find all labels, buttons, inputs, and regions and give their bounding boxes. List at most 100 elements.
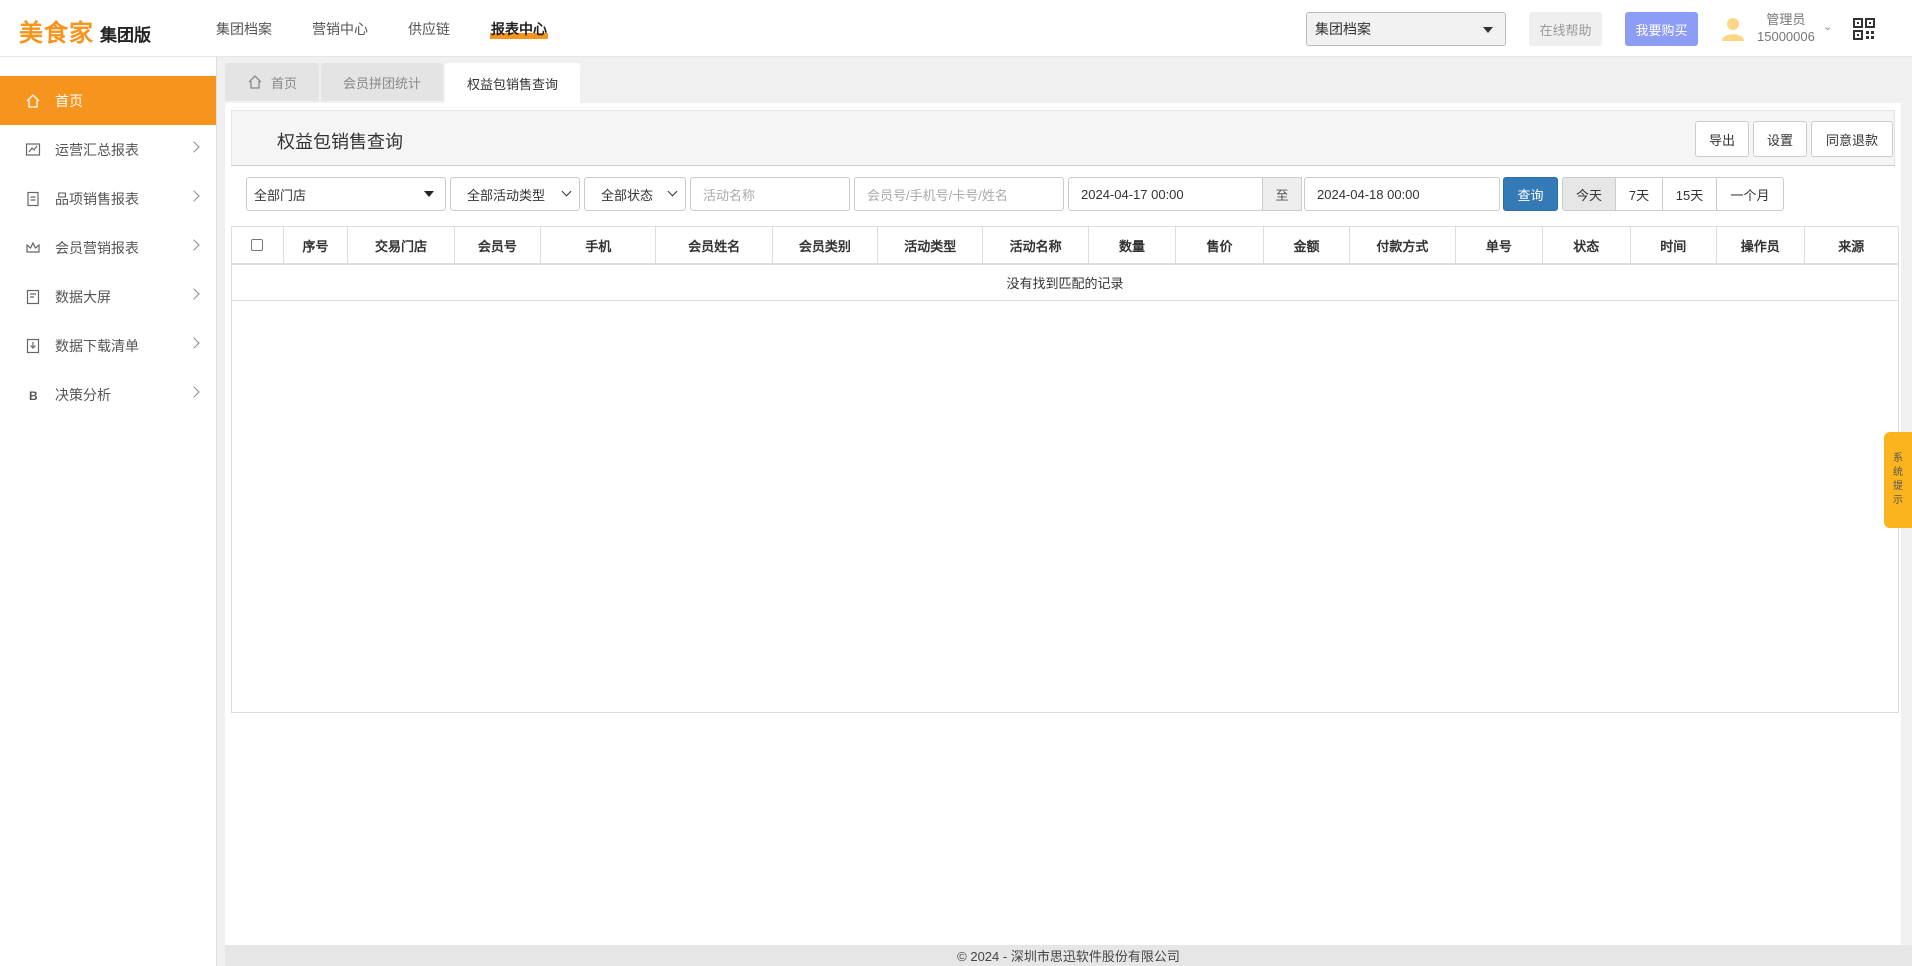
- sidebar-item-decision-analysis[interactable]: B 决策分析: [0, 370, 216, 419]
- activity-type-select[interactable]: 全部活动类型: [450, 177, 580, 211]
- column-header[interactable]: 手机: [541, 227, 657, 263]
- sidebar-item-home[interactable]: 首页: [0, 76, 216, 125]
- online-help-button[interactable]: 在线帮助: [1529, 12, 1602, 46]
- empty-message: 没有找到匹配的记录: [232, 265, 1898, 301]
- caret-down-icon: [1483, 27, 1493, 33]
- approve-refund-button[interactable]: 同意退款: [1811, 121, 1893, 157]
- range-7days-button[interactable]: 7天: [1615, 177, 1663, 211]
- column-header[interactable]: 活动名称: [983, 227, 1089, 263]
- column-header[interactable]: 会员号: [455, 227, 542, 263]
- column-header[interactable]: 金额: [1264, 227, 1351, 263]
- quick-range-group: 今天 7天 15天 一个月: [1562, 177, 1784, 211]
- download-icon: [26, 338, 40, 354]
- column-header[interactable]: 会员类别: [773, 227, 879, 263]
- system-tip-char: 系: [1893, 453, 1903, 464]
- store-select-value: 集团档案: [1315, 21, 1371, 37]
- user-id: 15000006: [1757, 29, 1815, 44]
- tab-home[interactable]: 首页: [225, 63, 320, 101]
- chevron-down-icon[interactable]: ⌄: [1823, 20, 1832, 33]
- column-header[interactable]: 序号: [284, 227, 349, 263]
- column-header[interactable]: 活动类型: [878, 227, 984, 263]
- end-time-input[interactable]: 2024-04-18 00:00: [1304, 177, 1500, 211]
- member-search-input[interactable]: 会员号/手机号/卡号/姓名: [854, 177, 1064, 211]
- system-tip-tab[interactable]: 系 统 提 示: [1884, 432, 1912, 528]
- column-header[interactable]: 售价: [1176, 227, 1264, 263]
- nav-supply-chain[interactable]: 供应链: [408, 19, 450, 39]
- sidebar-item-label: 决策分析: [55, 386, 111, 403]
- tab-group-buy-stats[interactable]: 会员拼团统计: [321, 63, 444, 101]
- sidebar-item-label: 数据大屏: [55, 288, 111, 305]
- column-header[interactable]: 付款方式: [1350, 227, 1456, 263]
- column-header[interactable]: 交易门店: [348, 227, 455, 263]
- main-area: 首页 会员拼团统计 权益包销售查询 权益包销售查询 导出 设置 同意退款 全部门…: [225, 57, 1912, 966]
- user-avatar-icon[interactable]: [1720, 16, 1746, 42]
- nav-marketing[interactable]: 营销中心: [312, 19, 368, 39]
- sidebar-item-member-marketing[interactable]: 会员营销报表: [0, 223, 216, 272]
- footer: © 2024 - 深圳市思迅软件股份有限公司: [225, 945, 1912, 966]
- column-header[interactable]: 状态: [1543, 227, 1631, 263]
- sidebar-item-label: 首页: [55, 92, 83, 109]
- sidebar-item-operations[interactable]: 运营汇总报表: [0, 125, 216, 174]
- select-all-cell: [232, 227, 284, 263]
- top-header: 美食家 集团版 集团档案 营销中心 供应链 报表中心 集团档案 在线帮助 我要购…: [0, 0, 1912, 57]
- chevron-right-icon: [188, 337, 200, 349]
- chevron-right-icon: [188, 190, 200, 202]
- store-select[interactable]: 集团档案: [1306, 12, 1506, 46]
- content-panel: 权益包销售查询 导出 设置 同意退款 全部门店 全部活动类型 全部状态 活动名称…: [225, 103, 1901, 945]
- start-time-input[interactable]: 2024-04-17 00:00: [1068, 177, 1263, 211]
- svg-text:B: B: [29, 389, 38, 403]
- page-title: 权益包销售查询: [277, 132, 403, 152]
- top-nav: 集团档案 营销中心 供应链 报表中心: [216, 0, 588, 57]
- nav-report-center[interactable]: 报表中心: [490, 18, 548, 39]
- sidebar-item-download-list[interactable]: 数据下载清单: [0, 321, 216, 370]
- settings-button[interactable]: 设置: [1753, 121, 1807, 157]
- sidebar-item-label: 运营汇总报表: [55, 141, 139, 158]
- export-button[interactable]: 导出: [1695, 121, 1749, 157]
- qr-code-icon[interactable]: [1853, 18, 1875, 40]
- select-all-checkbox[interactable]: [251, 239, 264, 251]
- system-tip-char: 示: [1893, 495, 1903, 506]
- column-header[interactable]: 时间: [1631, 227, 1718, 263]
- status-select[interactable]: 全部状态: [584, 177, 686, 211]
- date-range-separator: 至: [1262, 177, 1302, 211]
- column-header[interactable]: 单号: [1456, 227, 1544, 263]
- caret-down-icon: [424, 191, 434, 197]
- sidebar-item-label: 数据下载清单: [55, 337, 139, 354]
- sidebar-item-label: 会员营销报表: [55, 239, 139, 256]
- sidebar-item-label: 品项销售报表: [55, 190, 139, 207]
- buy-button[interactable]: 我要购买: [1625, 12, 1698, 46]
- range-month-button[interactable]: 一个月: [1716, 177, 1784, 211]
- screen-icon: [26, 289, 40, 305]
- chevron-right-icon: [188, 386, 200, 398]
- home-icon: [248, 75, 262, 89]
- chevron-down-icon: [561, 186, 572, 197]
- user-info[interactable]: 管理员 15000006: [1757, 11, 1815, 45]
- column-header[interactable]: 数量: [1089, 227, 1177, 263]
- store-filter-value: 全部门店: [254, 187, 307, 203]
- sidebar-item-data-screen[interactable]: 数据大屏: [0, 272, 216, 321]
- document-icon: [27, 191, 39, 207]
- chevron-right-icon: [188, 141, 200, 153]
- nav-group-archive[interactable]: 集团档案: [216, 19, 272, 39]
- activity-name-input[interactable]: 活动名称: [690, 177, 850, 211]
- logo: 美食家 集团版: [19, 13, 151, 48]
- query-button[interactable]: 查询: [1503, 177, 1558, 211]
- table-header: 序号 交易门店 会员号 手机 会员姓名 会员类别 活动类型 活动名称 数量 售价…: [232, 227, 1898, 265]
- column-header[interactable]: 会员姓名: [656, 227, 773, 263]
- title-bar: 权益包销售查询 导出 设置 同意退款: [231, 110, 1895, 166]
- logo-brand: 美食家: [19, 20, 94, 47]
- tab-label: 首页: [271, 75, 298, 91]
- column-header[interactable]: 操作员: [1717, 227, 1805, 263]
- tab-benefit-package-sales[interactable]: 权益包销售查询: [445, 63, 581, 103]
- results-table: 序号 交易门店 会员号 手机 会员姓名 会员类别 活动类型 活动名称 数量 售价…: [231, 226, 1899, 713]
- chevron-down-icon: [667, 186, 678, 197]
- range-15days-button[interactable]: 15天: [1662, 177, 1717, 211]
- status-value: 全部状态: [601, 187, 654, 203]
- range-today-button[interactable]: 今天: [1562, 177, 1616, 211]
- bitcoin-icon: B: [29, 389, 38, 403]
- column-header[interactable]: 来源: [1805, 227, 1898, 263]
- sidebar-item-item-sales[interactable]: 品项销售报表: [0, 174, 216, 223]
- chart-icon: [25, 143, 41, 156]
- store-filter[interactable]: 全部门店: [246, 177, 446, 211]
